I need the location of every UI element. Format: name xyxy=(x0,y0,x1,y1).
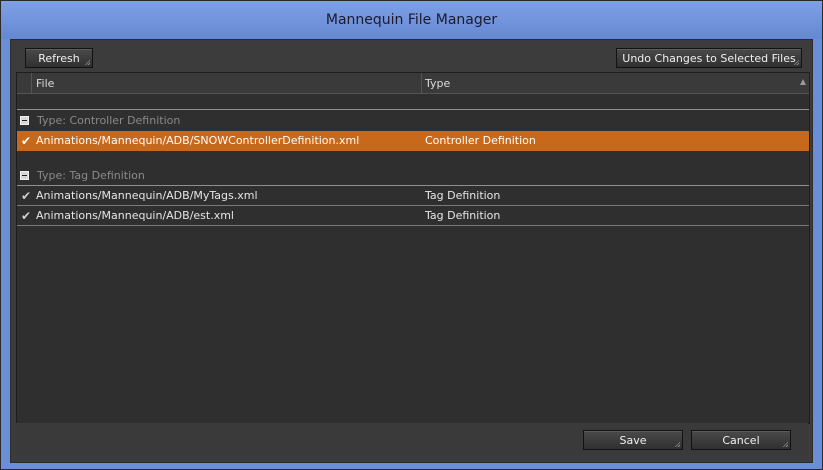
column-header-type[interactable]: Type xyxy=(425,77,450,90)
table-row[interactable]: ✔ Animations/Mannequin/ADB/est.xml Tag D… xyxy=(17,206,809,226)
cell-type: Tag Definition xyxy=(425,189,501,202)
header-separator[interactable] xyxy=(421,73,422,93)
table-row[interactable]: ✔ Animations/Mannequin/ADB/MyTags.xml Ta… xyxy=(17,186,809,206)
cell-type: Controller Definition xyxy=(425,134,536,147)
cell-file: Animations/Mannequin/ADB/MyTags.xml xyxy=(36,189,258,202)
checkmark-icon: ✔ xyxy=(21,189,32,203)
refresh-button-label: Refresh xyxy=(38,51,80,65)
grip-icon xyxy=(674,441,680,447)
collapse-minus-icon[interactable] xyxy=(20,116,29,125)
grip-icon xyxy=(84,59,90,65)
cell-file: Animations/Mannequin/ADB/SNOWControllerD… xyxy=(36,134,360,147)
column-header-file[interactable]: File xyxy=(36,77,54,90)
group-header-controller-definition[interactable]: Type: Controller Definition xyxy=(17,111,809,131)
grid-header: File Type xyxy=(17,73,809,94)
sort-ascending-icon[interactable] xyxy=(800,79,806,85)
cell-file: Animations/Mannequin/ADB/est.xml xyxy=(36,209,234,222)
undo-changes-button-label: Undo Changes to Selected Files xyxy=(622,51,796,65)
header-separator xyxy=(31,73,32,93)
grip-icon xyxy=(782,441,788,447)
footer-bar xyxy=(16,423,808,456)
table-row[interactable]: ✔ Animations/Mannequin/ADB/SNOWControlle… xyxy=(17,131,809,151)
window-title: Mannequin File Manager xyxy=(325,12,498,28)
group-header-tag-definition[interactable]: Type: Tag Definition xyxy=(17,166,809,186)
group-divider xyxy=(17,109,809,110)
grip-icon xyxy=(793,59,799,65)
file-grid[interactable]: File Type Type: Controller Definition ✔ … xyxy=(16,72,810,424)
group-label: Type: Controller Definition xyxy=(37,114,181,127)
collapse-minus-icon[interactable] xyxy=(20,171,29,180)
cancel-button-label: Cancel xyxy=(722,433,760,447)
group-label: Type: Tag Definition xyxy=(37,169,145,182)
title-bar[interactable]: Mannequin File Manager xyxy=(1,1,822,39)
cell-type: Tag Definition xyxy=(425,209,501,222)
file-manager-window: Mannequin File Manager Refresh Undo Chan… xyxy=(0,0,823,470)
undo-changes-button[interactable]: Undo Changes to Selected Files xyxy=(616,48,802,68)
cancel-button[interactable]: Cancel xyxy=(691,430,791,450)
save-button-label: Save xyxy=(619,433,647,447)
client-area: Refresh Undo Changes to Selected Files F… xyxy=(10,39,813,463)
save-button[interactable]: Save xyxy=(583,430,683,450)
checkmark-icon: ✔ xyxy=(21,134,32,148)
checkmark-icon: ✔ xyxy=(21,209,32,223)
refresh-button[interactable]: Refresh xyxy=(25,48,93,68)
